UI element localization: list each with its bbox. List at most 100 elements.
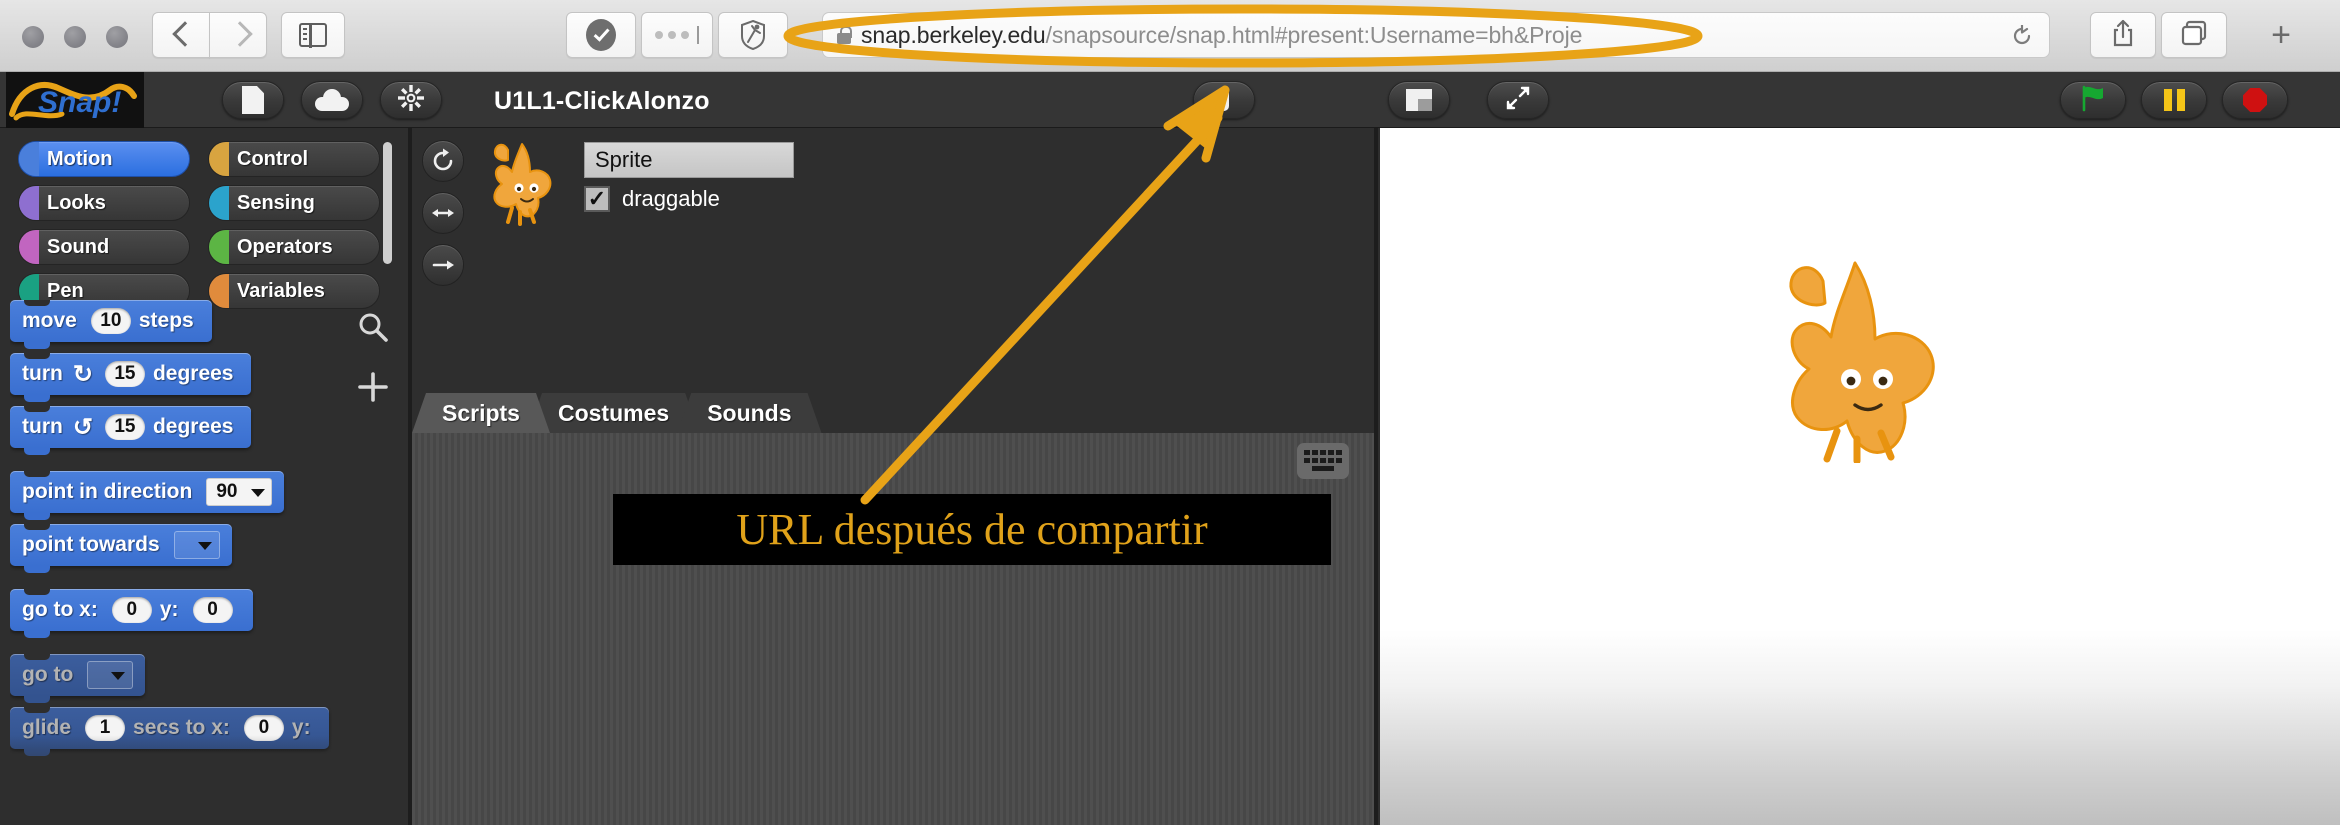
url-text: snap.berkeley.edu/snapsource/snap.html#p… [861, 22, 1582, 49]
category-color-tab [19, 230, 39, 264]
tab-sounds[interactable]: Sounds [677, 393, 821, 433]
cloud-button[interactable] [301, 81, 363, 119]
share-button[interactable] [2090, 12, 2156, 58]
search-blocks-button[interactable] [352, 306, 394, 348]
fullscreen-button[interactable] [1487, 81, 1549, 119]
tab-label: Sounds [707, 399, 792, 426]
block-go-to-xy[interactable]: go to x: 0 y: 0 [10, 588, 253, 638]
block-label: go to x: [22, 598, 98, 621]
show-sidebar-button[interactable] [281, 12, 345, 58]
new-tab-plus-icon: + [2271, 16, 2291, 54]
rotate-left-right-icon [432, 209, 454, 217]
category-label: Sensing [237, 191, 315, 214]
forward-button[interactable] [209, 12, 267, 58]
new-tab-button[interactable]: + [2248, 12, 2314, 58]
stage-size-icon [1406, 89, 1432, 111]
green-flag-button[interactable] [2060, 81, 2126, 119]
palette-tools [352, 306, 394, 408]
block-turn-right[interactable]: turn ↻ 15 degrees [10, 352, 252, 402]
block-input-dropdown[interactable] [173, 531, 220, 559]
block-go-to[interactable]: go to [10, 653, 146, 703]
block-point-in-direction[interactable]: point in direction 90 [10, 470, 285, 520]
alonzo-sprite-icon [1789, 261, 1935, 465]
category-color-tab [209, 142, 229, 176]
tab-costumes[interactable]: Costumes [528, 393, 699, 433]
reader-check-button[interactable] [566, 12, 636, 58]
make-a-block-button[interactable] [352, 366, 394, 408]
stepping-icon [1219, 89, 1229, 111]
search-icon [359, 313, 388, 342]
category-label: Motion [47, 147, 113, 170]
draggable-row: ✓ draggable [584, 186, 720, 212]
block-glide[interactable]: glide 1 secs to x: 0 y: [10, 706, 329, 756]
turn-direction-icon: ↺ [72, 413, 93, 441]
checkbox-check-glyph: ✓ [587, 186, 607, 211]
category-button-sound[interactable]: Sound [18, 229, 190, 265]
zoom-window-button[interactable] [106, 26, 128, 48]
block-input-number[interactable]: 15 [104, 414, 145, 440]
checkmark-circle-icon [586, 19, 616, 51]
scripting-area[interactable] [412, 433, 1374, 825]
close-window-button[interactable] [22, 26, 44, 48]
editor-divider [1374, 128, 1378, 825]
more-button[interactable] [641, 12, 713, 58]
draggable-checkbox[interactable]: ✓ [584, 186, 610, 212]
category-button-motion[interactable]: Motion [18, 141, 190, 177]
snap-logo[interactable]: Snap! [6, 72, 144, 128]
block-label: glide [22, 716, 72, 739]
visible-stepping-button[interactable] [1193, 81, 1255, 119]
block-turn-left[interactable]: turn ↺ 15 degrees [10, 405, 252, 455]
show-tabs-button[interactable] [2161, 12, 2227, 58]
stage-sprite[interactable] [1765, 253, 1945, 465]
keyboard-entry-button[interactable] [1297, 443, 1349, 479]
url-path: /snapsource/snap.html#present:Username=b… [1045, 21, 1583, 48]
block-point-towards[interactable]: point towards [10, 523, 232, 573]
category-button-control[interactable]: Control [208, 141, 380, 177]
stage-size-button[interactable] [1388, 81, 1450, 119]
minimize-window-button[interactable] [64, 26, 86, 48]
category-button-operators[interactable]: Operators [208, 229, 380, 265]
block-input-number[interactable]: 0 [192, 597, 233, 623]
sprite-thumbnail[interactable] [478, 138, 568, 228]
tab-scripts[interactable]: Scripts [412, 393, 550, 433]
stage[interactable] [1380, 128, 2340, 825]
cloud-icon [315, 89, 349, 111]
sprite-name-field[interactable]: Sprite [584, 142, 794, 178]
screen: snap.berkeley.edu/snapsource/snap.html#p… [0, 0, 2340, 825]
stop-button[interactable] [2222, 81, 2288, 119]
block-input-number[interactable]: 15 [104, 361, 145, 387]
block-input-number[interactable]: 1 [85, 715, 126, 741]
reload-icon[interactable] [2011, 24, 2033, 47]
address-bar[interactable]: snap.berkeley.edu/snapsource/snap.html#p… [822, 12, 2050, 58]
settings-button[interactable] [380, 81, 442, 119]
tab-label: Scripts [442, 399, 520, 426]
block-label: degrees [152, 415, 234, 438]
block-input-dropdown-number[interactable]: 90 [206, 478, 273, 506]
rotate-none-button[interactable] [422, 244, 464, 286]
back-button[interactable] [152, 12, 210, 58]
category-button-looks[interactable]: Looks [18, 185, 190, 221]
blocks-palette: Motion Control Looks Sensing Sound Operators P… [0, 128, 408, 825]
block-input-number[interactable]: 10 [90, 308, 131, 334]
block-input-dropdown[interactable] [87, 661, 134, 689]
sidebar-icon [299, 22, 327, 48]
palette-category-scrollbar[interactable] [383, 142, 392, 264]
block-label: move [22, 309, 77, 332]
rotate-none-icon [432, 260, 454, 270]
block-label: go to [22, 663, 74, 686]
block-input-number[interactable]: 0 [111, 597, 152, 623]
block-label: y: [291, 716, 311, 739]
category-button-sensing[interactable]: Sensing [208, 185, 380, 221]
pause-button[interactable] [2141, 81, 2207, 119]
window-traffic-lights[interactable] [22, 26, 128, 48]
block-move[interactable]: move 10 steps [10, 300, 212, 349]
svg-text:Snap!: Snap! [38, 86, 121, 119]
category-color-tab [19, 186, 39, 220]
rotate-freely-button[interactable] [422, 140, 464, 182]
block-input-number[interactable]: 0 [243, 715, 284, 741]
annotation-caption-text: URL después de compartir [736, 505, 1208, 554]
rotate-left-right-button[interactable] [422, 192, 464, 234]
privacy-shield-button[interactable] [718, 12, 788, 58]
project-file-button[interactable] [222, 81, 284, 119]
gear-icon [398, 84, 424, 116]
